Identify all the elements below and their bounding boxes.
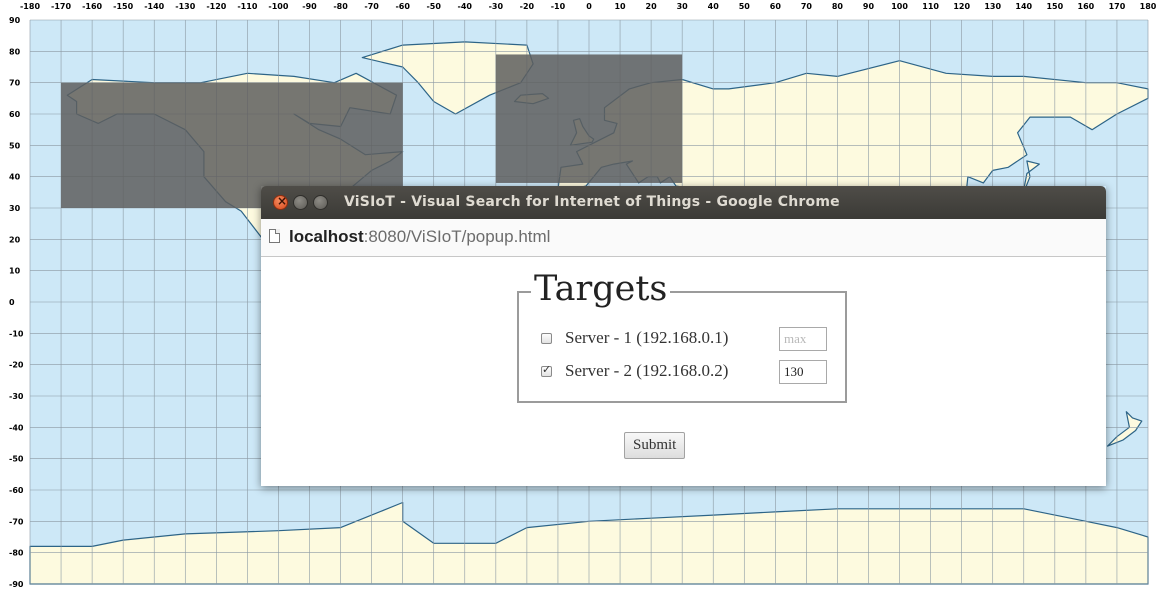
y-tick-label: -30 xyxy=(9,392,24,401)
window-title: ViSIoT - Visual Search for Internet of T… xyxy=(344,194,840,210)
y-tick-label: 70 xyxy=(9,79,21,88)
x-tick-label: 60 xyxy=(770,2,782,11)
x-tick-label: -30 xyxy=(489,2,504,11)
minimize-window-button[interactable] xyxy=(293,195,308,210)
x-tick-label: -40 xyxy=(458,2,473,11)
close-window-button[interactable] xyxy=(273,194,288,210)
y-tick-label: -10 xyxy=(9,329,24,338)
y-tick-label: -60 xyxy=(9,486,24,495)
y-tick-label: 50 xyxy=(9,141,21,150)
server-2-limit-input[interactable] xyxy=(779,360,827,384)
targets-legend: Targets xyxy=(531,269,671,309)
x-tick-label: 0 xyxy=(586,2,592,11)
y-tick-label: 40 xyxy=(9,173,21,182)
y-tick-label: 10 xyxy=(9,267,21,276)
server-2-label: Server - 2 (192.168.0.2) xyxy=(565,361,729,380)
url-text[interactable]: localhost:8080/ViSIoT/popup.html xyxy=(289,227,550,247)
x-tick-label: -80 xyxy=(333,2,348,11)
x-tick-label: -50 xyxy=(426,2,441,11)
maximize-window-button[interactable] xyxy=(313,195,328,210)
x-tick-label: -10 xyxy=(551,2,566,11)
popup-content: Targets Server - 1 (192.168.0.1) Server … xyxy=(261,257,1106,486)
x-tick-label: 50 xyxy=(739,2,751,11)
submit-button[interactable]: Submit xyxy=(624,432,686,459)
x-tick-label: -130 xyxy=(175,2,195,11)
x-tick-label: -110 xyxy=(237,2,257,11)
x-tick-label: 110 xyxy=(922,2,939,11)
x-tick-label: -100 xyxy=(268,2,288,11)
y-tick-label: -90 xyxy=(9,580,24,589)
x-tick-label: 20 xyxy=(646,2,658,11)
x-tick-label: 30 xyxy=(677,2,689,11)
chrome-popup-window: ViSIoT - Visual Search for Internet of T… xyxy=(261,186,1106,486)
x-tick-label: 130 xyxy=(984,2,1001,11)
y-tick-label: 90 xyxy=(9,16,21,25)
x-tick-label: 40 xyxy=(708,2,720,11)
x-tick-label: 140 xyxy=(1015,2,1032,11)
y-tick-label: -70 xyxy=(9,517,24,526)
address-bar[interactable]: localhost:8080/ViSIoT/popup.html xyxy=(261,219,1106,257)
url-host: localhost xyxy=(289,227,364,246)
y-tick-label: 30 xyxy=(9,204,21,213)
window-titlebar[interactable]: ViSIoT - Visual Search for Internet of T… xyxy=(261,186,1106,219)
y-tick-label: -80 xyxy=(9,549,24,558)
x-tick-label: 160 xyxy=(1078,2,1095,11)
x-tick-label: 10 xyxy=(614,2,626,11)
x-tick-label: -140 xyxy=(144,2,164,11)
x-tick-label: -70 xyxy=(364,2,379,11)
x-tick-label: -150 xyxy=(113,2,133,11)
x-tick-label: 80 xyxy=(832,2,844,11)
x-tick-label: -60 xyxy=(395,2,410,11)
x-tick-label: 150 xyxy=(1046,2,1063,11)
server-1-label: Server - 1 (192.168.0.1) xyxy=(565,328,729,347)
y-tick-label: 80 xyxy=(9,47,21,56)
x-tick-label: -180 xyxy=(20,2,40,11)
server-2-checkbox[interactable] xyxy=(541,363,552,377)
x-tick-label: -120 xyxy=(206,2,226,11)
selected-region-2[interactable] xyxy=(495,54,683,183)
y-tick-label: -40 xyxy=(9,423,24,432)
y-tick-label: 60 xyxy=(9,110,21,119)
y-tick-label: -50 xyxy=(9,455,24,464)
url-path: :8080/ViSIoT/popup.html xyxy=(363,227,551,246)
x-tick-label: 170 xyxy=(1109,2,1126,11)
x-tick-label: 70 xyxy=(801,2,813,11)
y-tick-label: 0 xyxy=(9,298,15,307)
y-tick-label: 20 xyxy=(9,235,21,244)
x-tick-label: -170 xyxy=(51,2,71,11)
x-tick-label: 100 xyxy=(891,2,908,11)
x-tick-label: -160 xyxy=(82,2,102,11)
server-1-checkbox[interactable] xyxy=(541,333,552,344)
page-icon xyxy=(269,229,280,243)
x-tick-label: -20 xyxy=(520,2,535,11)
x-tick-label: 90 xyxy=(863,2,875,11)
server-1-limit-input[interactable] xyxy=(779,327,827,351)
x-tick-label: -90 xyxy=(302,2,317,11)
x-tick-label: 120 xyxy=(953,2,970,11)
x-tick-label: 180 xyxy=(1140,2,1156,11)
y-tick-label: -20 xyxy=(9,361,24,370)
